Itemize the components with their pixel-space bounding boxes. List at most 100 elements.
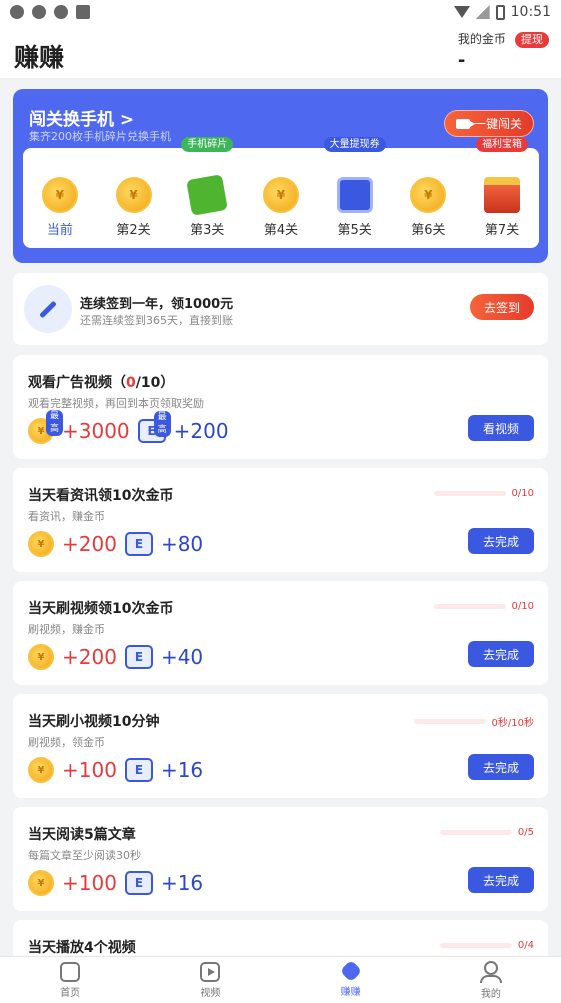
level-tag: 福利宝箱 — [476, 137, 529, 152]
gold-coin-icon: ¥ — [28, 644, 54, 670]
task-progress: 0/4 — [439, 940, 534, 951]
gold-coin-icon: ¥ — [41, 177, 78, 213]
task-progress: 0/5 — [439, 827, 534, 838]
tab-me[interactable]: 我的 — [451, 960, 531, 1000]
ticket-reward: +16 — [160, 871, 204, 895]
level-label: 第2关 — [116, 223, 151, 238]
task-progress: 0秒/10秒 — [413, 714, 534, 729]
tab-label: 赚赚 — [340, 986, 361, 998]
pen-icon — [24, 285, 72, 333]
gold-coin-icon: ¥ — [262, 177, 299, 213]
bottom-tab-bar: 首页 视频 赚赚 我的 — [0, 956, 561, 1003]
coin-reward: +200 — [62, 532, 117, 556]
app-notification-icon — [10, 5, 24, 19]
progress-text: 0/10 — [511, 488, 534, 499]
puzzle-icon — [186, 174, 229, 216]
gold-coin-icon: ¥ — [410, 177, 447, 213]
max-badge: 最高 — [46, 410, 64, 436]
level-label: 第3关 — [190, 223, 225, 238]
level-item[interactable]: ¥ 第2关 — [104, 177, 164, 238]
progress-text: 0秒/10秒 — [491, 718, 534, 729]
complete-button[interactable]: 去完成 — [468, 867, 534, 893]
task-rewards: ¥ +200 E +80 — [28, 531, 203, 557]
complete-button[interactable]: 去完成 — [468, 528, 534, 554]
watch-video-button[interactable]: 看视频 — [468, 415, 534, 441]
progress-bar — [439, 943, 512, 948]
signal-icon — [475, 5, 490, 19]
task-progress: 0/10 — [433, 601, 534, 612]
task-title: 当天刷小视频10分钟 — [28, 714, 160, 730]
level-item[interactable]: ¥ 第4关 — [251, 177, 311, 238]
level-item[interactable]: 大量提现券 第5关 — [323, 137, 386, 238]
coin-reward: +100 — [62, 758, 117, 782]
page-title: 赚赚 — [14, 43, 65, 72]
tab-label: 视频 — [200, 987, 221, 999]
complete-button[interactable]: 去完成 — [468, 641, 534, 667]
challenge-title[interactable]: 闯关换手机 > — [29, 105, 134, 130]
level-tag: 手机碎片 — [181, 137, 234, 152]
ticket-icon: E — [124, 645, 153, 669]
status-bar: 10:51 — [0, 0, 561, 24]
task-rewards: ¥ +200 E +40 — [28, 644, 203, 670]
one-click-challenge-label: 一键闯关 — [473, 117, 522, 131]
ticket-reward: +40 — [160, 645, 204, 669]
task-title: 观看广告视频（0/10） — [28, 375, 175, 391]
task-title: 当天看资讯领10次金币 — [28, 488, 174, 504]
challenge-card: 闯关换手机 > 集齐200枚手机碎片兑换手机 一键闯关 ¥ 当前 ¥ 第2关 手… — [13, 89, 548, 263]
level-item[interactable]: ¥ 第6关 — [398, 177, 458, 238]
checkin-title: 连续签到一年，领1000元 — [80, 297, 234, 312]
task-progress: 0/10 — [433, 488, 534, 499]
coin-reward: +200 — [62, 645, 117, 669]
task-subtitle: 观看完整视频，再回到本页领取奖励 — [28, 397, 204, 410]
coin-value: - — [457, 50, 466, 71]
task-card: 当天刷小视频10分钟 刷视频，领金币 0秒/10秒 ¥ +100 E +16 去… — [13, 694, 548, 798]
progress-text: 0/4 — [517, 940, 534, 951]
notification-icons — [10, 5, 90, 19]
level-label: 第4关 — [263, 223, 299, 238]
earn-icon — [339, 959, 362, 982]
progress-bar — [439, 830, 512, 835]
gold-coin-icon: ¥ — [28, 870, 54, 896]
gold-coin-icon: ¥ — [28, 757, 54, 783]
user-icon — [483, 960, 498, 975]
task-rewards: ¥ +100 E +16 — [28, 870, 203, 896]
coin-reward: +100 — [62, 871, 117, 895]
level-item[interactable]: ¥ 当前 — [30, 177, 90, 238]
task-card: 当天阅读5篇文章 每篇文章至少阅读30秒 0/5 ¥ +100 E +16 去完… — [13, 807, 548, 911]
challenge-subtitle: 集齐200枚手机碎片兑换手机 — [29, 130, 171, 143]
gold-coin-icon: ¥ — [115, 177, 152, 213]
task-rewards: ¥ 最高 +3000 E 最高 +200 — [28, 410, 229, 444]
tab-video[interactable]: 视频 — [170, 961, 250, 999]
checkin-card: 连续签到一年，领1000元 还需连续签到365天，直接到账 去签到 — [13, 273, 548, 345]
level-item[interactable]: 福利宝箱 第7关 — [472, 137, 532, 238]
level-label: 第7关 — [484, 223, 520, 238]
clock: 10:51 — [510, 4, 551, 20]
ticket-icon: E — [124, 532, 153, 556]
tab-label: 我的 — [480, 988, 501, 1000]
complete-button[interactable]: 去完成 — [468, 754, 534, 780]
task-subtitle: 刷视频，赚金币 — [28, 623, 105, 636]
withdraw-button[interactable]: 提现 — [515, 32, 549, 48]
video-camera-icon — [455, 118, 475, 129]
one-click-challenge-button[interactable]: 一键闯关 — [444, 110, 534, 137]
max-badge: 最高 — [153, 411, 171, 437]
task-title: 当天播放4个视频 — [28, 940, 136, 956]
app-notification-icon — [76, 5, 90, 19]
tab-home[interactable]: 首页 — [30, 961, 110, 999]
user-icon — [479, 974, 502, 983]
level-tag: 大量提现券 — [323, 137, 386, 152]
task-title: 当天阅读5篇文章 — [28, 827, 136, 843]
app-notification-icon — [54, 5, 68, 19]
level-label: 当前 — [46, 223, 73, 238]
checkin-button[interactable]: 去签到 — [470, 294, 534, 320]
app-notification-icon — [32, 5, 46, 19]
coin-summary: 我的金币 提现 - — [458, 28, 549, 71]
level-item[interactable]: 手机碎片 第3关 — [177, 137, 237, 238]
progress-text: 0/10 — [511, 601, 534, 612]
treasure-chest-icon — [484, 177, 521, 213]
level-track: ¥ 当前 ¥ 第2关 手机碎片 第3关 ¥ 第4关 大量提现券 第5关 ¥ 第6… — [23, 137, 539, 248]
ticket-icon: E — [124, 758, 153, 782]
play-icon — [200, 961, 221, 982]
task-subtitle: 刷视频，领金币 — [28, 736, 105, 749]
tab-earn[interactable]: 赚赚 — [311, 959, 391, 998]
